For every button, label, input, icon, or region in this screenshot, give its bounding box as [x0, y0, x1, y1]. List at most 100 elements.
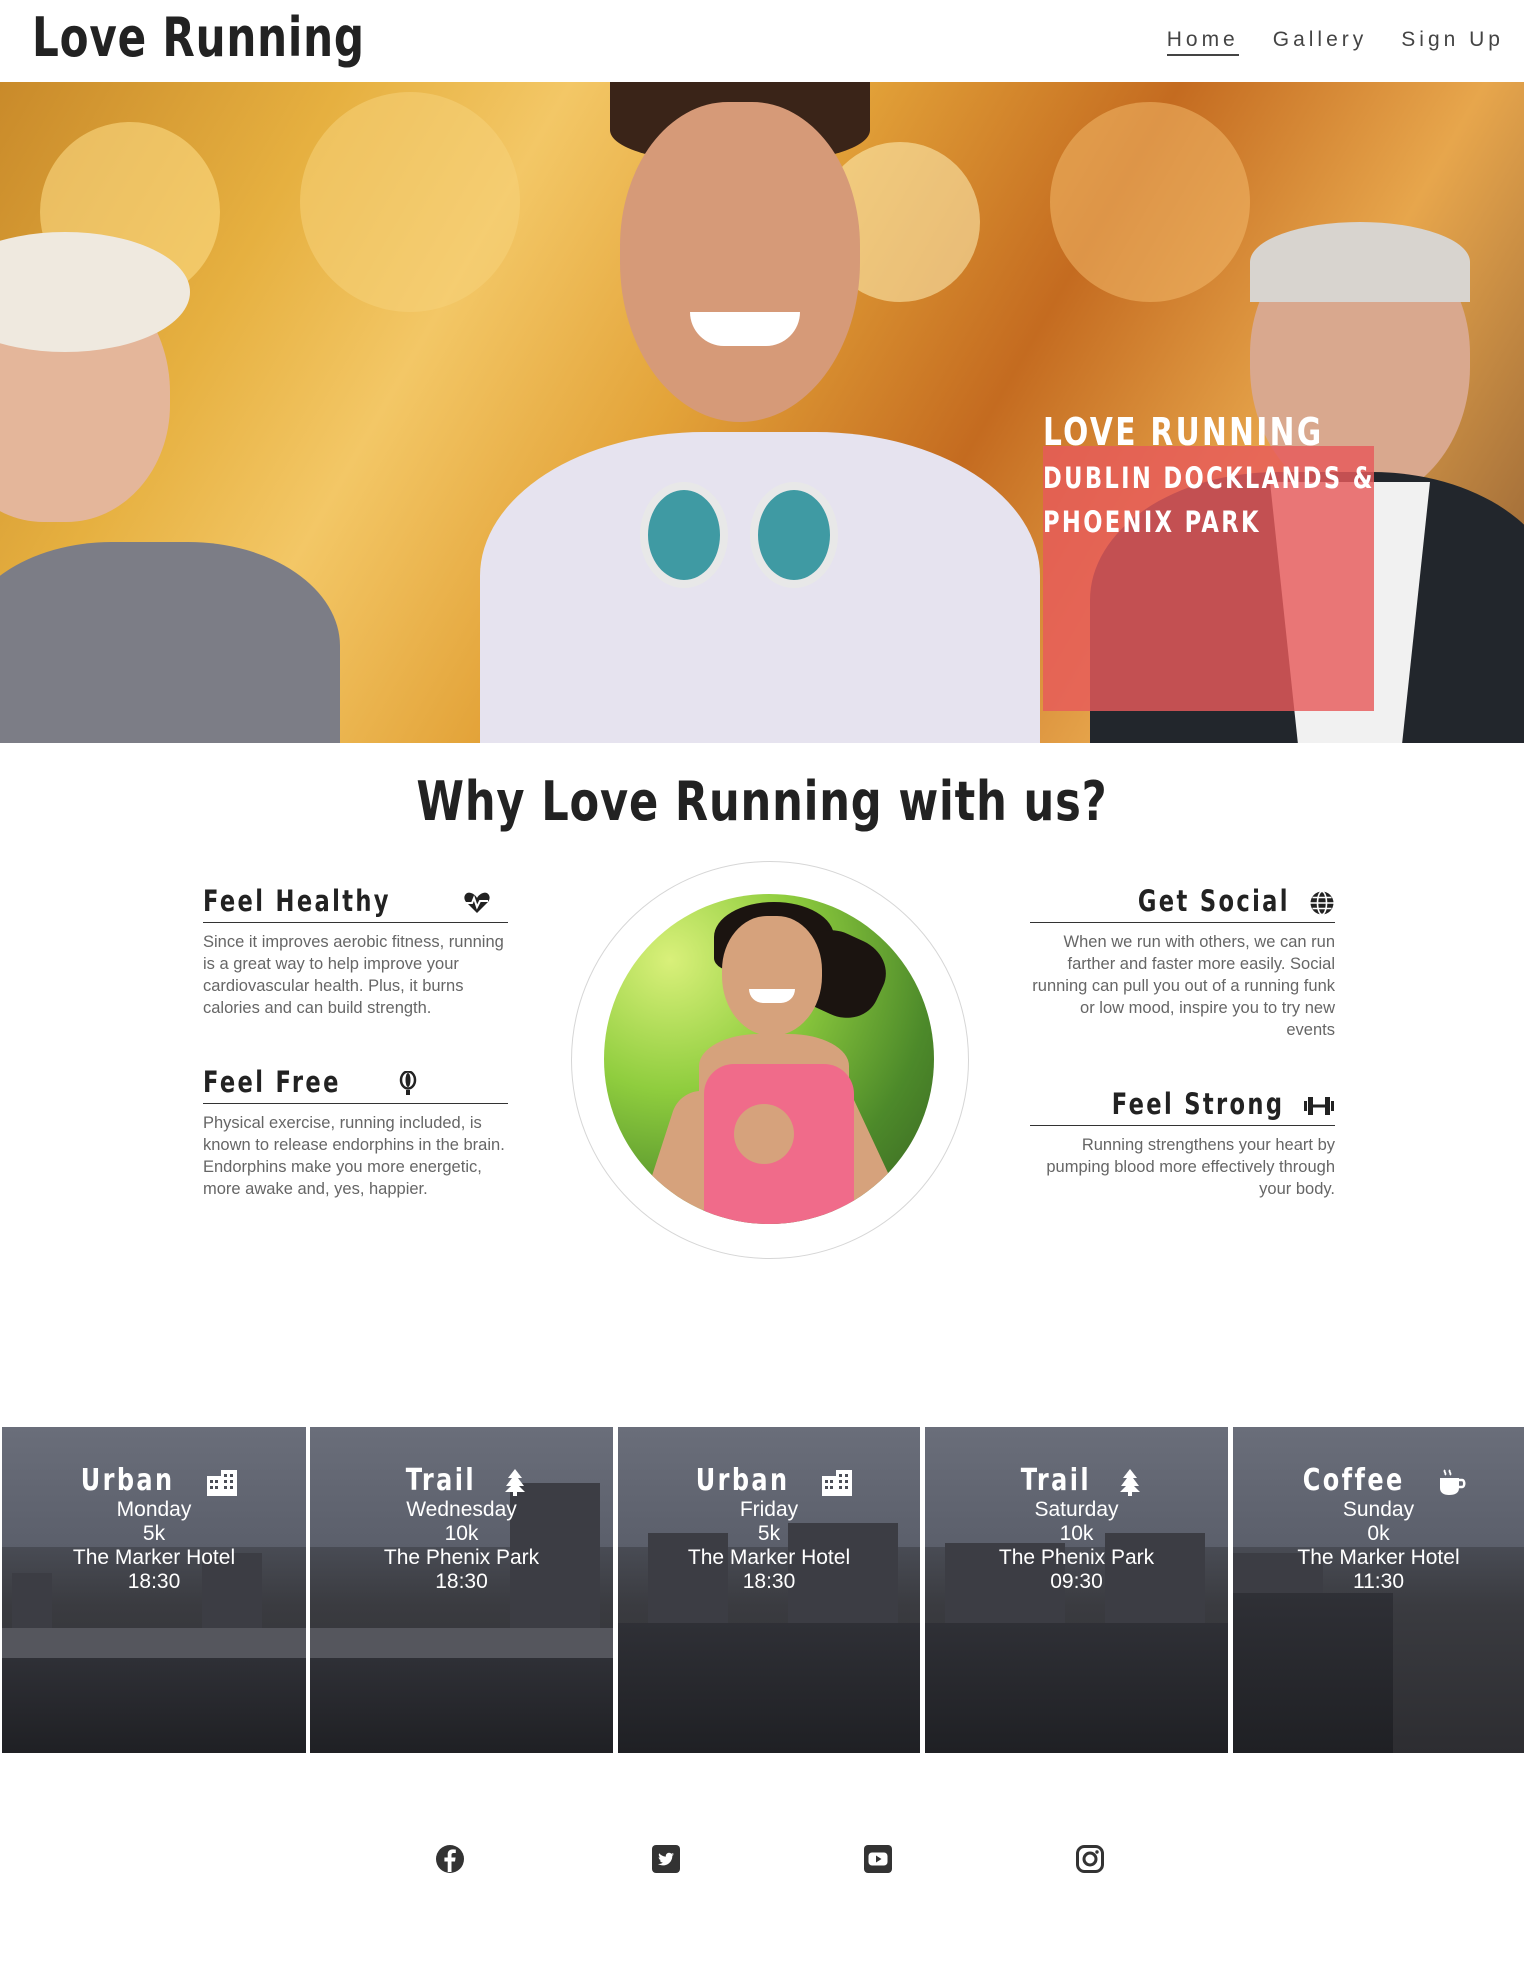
runs-schedule: Urban Monday 5k The Marker Hotel 18:30 T… — [0, 1427, 1524, 1753]
run-venue: The Marker Hotel — [72, 1546, 236, 1569]
run-type: Trail — [925, 1463, 1228, 1498]
run-distance: 10k — [1059, 1522, 1094, 1545]
city-icon — [822, 1469, 853, 1496]
run-type-text: Urban — [80, 1463, 175, 1498]
globe-icon — [1310, 890, 1334, 916]
twitter-icon[interactable] — [651, 1844, 681, 1874]
hero-title-line1: LOVE RUNNING — [1043, 410, 1324, 454]
runner-right-hair — [1250, 222, 1470, 302]
run-day: Friday — [739, 1498, 799, 1521]
run-distance: 5k — [142, 1522, 166, 1545]
tree-icon — [1120, 1468, 1141, 1496]
run-type-text: Urban — [695, 1463, 790, 1498]
tree-icon — [505, 1468, 526, 1496]
headphones-right — [750, 482, 838, 588]
feature-feel-strong: Feel Strong Running strengthens your hea… — [1030, 1087, 1335, 1200]
runner-center-face — [620, 102, 860, 422]
site-header: Love Running Home Gallery Sign Up — [0, 0, 1524, 82]
run-card-content: Coffee Sunday 0k The Marker Hotel 11:30 — [1233, 1427, 1524, 1594]
runner-photo — [604, 894, 934, 1224]
main-nav: Home Gallery Sign Up — [1166, 28, 1504, 56]
run-card[interactable]: Urban Friday 5k The Marker Hotel 18:30 — [618, 1427, 920, 1753]
feature-get-social: Get Social When we run with others, we c… — [1030, 884, 1335, 1041]
run-type: Coffee — [1233, 1463, 1524, 1498]
feature-title: Get Social — [1030, 884, 1335, 923]
nav-gallery[interactable]: Gallery — [1273, 28, 1368, 56]
why-title-text: Why Love Running with us? — [416, 770, 1108, 833]
run-card-content: Trail Wednesday 10k The Phenix Park 18:3… — [310, 1427, 613, 1594]
headphones-left — [640, 482, 728, 588]
run-card[interactable]: Trail Wednesday 10k The Phenix Park 18:3… — [310, 1427, 613, 1753]
instagram-icon[interactable] — [1075, 1844, 1105, 1874]
run-type: Trail — [310, 1463, 613, 1498]
run-card-water — [2, 1658, 306, 1753]
feature-text: Since it improves aerobic fitness, runni… — [203, 933, 504, 1017]
run-time: 18:30 — [435, 1570, 488, 1593]
feature-title: Feel Free — [203, 1065, 508, 1104]
runner-left-shirt — [0, 542, 340, 743]
nav-signup[interactable]: Sign Up — [1401, 28, 1504, 56]
run-card-content: Trail Saturday 10k The Phenix Park 09:30 — [925, 1427, 1228, 1594]
run-day: Monday — [116, 1498, 192, 1521]
run-day: Wednesday — [406, 1498, 517, 1521]
feature-title-text: Feel Strong — [1111, 1087, 1284, 1121]
run-type-text: Trail — [405, 1463, 476, 1498]
feature-feel-healthy: Feel Healthy Since it improves aerobic f… — [203, 884, 508, 1019]
run-type-text: Trail — [1020, 1463, 1091, 1498]
run-card-bridge — [2, 1628, 306, 1658]
brand-logo[interactable]: Love Running — [32, 6, 365, 69]
run-type: Urban — [2, 1463, 306, 1498]
run-card-water — [618, 1623, 920, 1753]
photo-runner-face — [722, 916, 822, 1036]
hero-title-line2: DUBLIN DOCKLANDS & — [1043, 461, 1375, 495]
balloon-icon — [399, 1071, 416, 1095]
coffee-icon — [1439, 1468, 1466, 1495]
run-card[interactable]: Coffee Sunday 0k The Marker Hotel 11:30 — [1233, 1427, 1524, 1753]
run-card-bridge — [310, 1628, 613, 1658]
run-distance: 10k — [444, 1522, 479, 1545]
feature-title: Feel Strong — [1030, 1087, 1335, 1126]
feature-text: Physical exercise, running included, is … — [203, 1114, 505, 1198]
run-card-water — [925, 1623, 1228, 1753]
feature-title: Feel Healthy — [203, 884, 508, 923]
youtube-icon[interactable] — [863, 1844, 893, 1874]
hero-bokeh — [300, 92, 520, 312]
heartbeat-icon — [464, 892, 490, 913]
dumbbell-icon — [1304, 1097, 1334, 1115]
feature-title-text: Get Social — [1137, 884, 1290, 918]
runner-center-smile — [690, 312, 800, 346]
facebook-icon[interactable] — [435, 1844, 465, 1874]
runner-center-shirt — [480, 432, 1040, 743]
hero-bokeh — [1050, 102, 1250, 302]
run-card[interactable]: Trail Saturday 10k The Phenix Park 09:30 — [925, 1427, 1228, 1753]
feature-text: When we run with others, we can run fart… — [1032, 933, 1335, 1039]
run-day: Sunday — [1342, 1498, 1415, 1521]
run-card-content: Urban Monday 5k The Marker Hotel 18:30 — [2, 1427, 306, 1594]
run-day: Saturday — [1034, 1498, 1119, 1521]
city-icon — [207, 1469, 238, 1496]
run-venue: The Phenix Park — [383, 1546, 540, 1569]
why-title: Why Love Running with us? — [0, 770, 1524, 833]
hero-title: LOVE RUNNING DUBLIN DOCKLANDS & PHOENIX … — [1043, 410, 1468, 542]
feature-title-text: Feel Healthy — [203, 884, 391, 918]
run-card[interactable]: Urban Monday 5k The Marker Hotel 18:30 — [2, 1427, 306, 1753]
run-card-water — [1233, 1593, 1394, 1753]
run-type: Urban — [618, 1463, 920, 1498]
run-card-content: Urban Friday 5k The Marker Hotel 18:30 — [618, 1427, 920, 1594]
run-time: 11:30 — [1353, 1570, 1404, 1593]
run-distance: 0k — [1367, 1522, 1390, 1545]
photo-runner-smile — [749, 989, 795, 1003]
run-card-water — [310, 1658, 613, 1753]
run-time: 18:30 — [742, 1570, 796, 1593]
nav-home[interactable]: Home — [1166, 28, 1239, 56]
feature-text: Running strengthens your heart by pumpin… — [1046, 1136, 1335, 1198]
run-distance: 5k — [757, 1522, 781, 1545]
run-type-text: Coffee — [1302, 1463, 1405, 1498]
hero-title-line3: PHOENIX PARK — [1043, 505, 1261, 539]
run-venue: The Phenix Park — [998, 1546, 1155, 1569]
run-time: 09:30 — [1050, 1570, 1103, 1593]
run-time: 18:30 — [127, 1570, 181, 1593]
run-venue: The Marker Hotel — [1297, 1546, 1460, 1569]
feature-feel-free: Feel Free Physical exercise, running inc… — [203, 1065, 508, 1200]
feature-title-text: Feel Free — [203, 1065, 341, 1099]
